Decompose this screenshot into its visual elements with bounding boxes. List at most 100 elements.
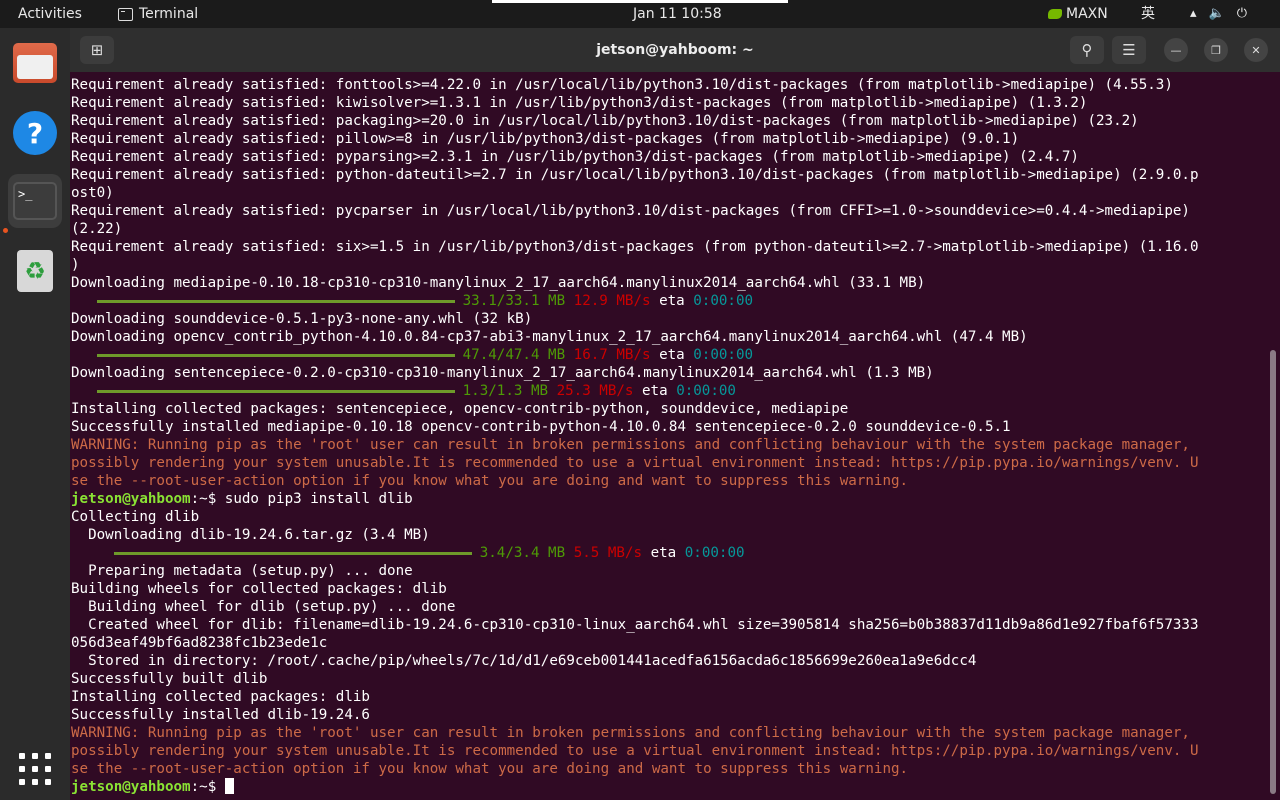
progress-done: 33.1/33.1 MB <box>462 293 566 309</box>
output-line: Building wheels for collected packages: … <box>71 581 447 597</box>
terminal-icon <box>118 7 133 21</box>
prompt-user: jetson@yahboom <box>71 491 191 507</box>
output-line: Requirement already satisfied: kiwisolve… <box>71 95 1088 111</box>
search-icon: ⚲ <box>1081 41 1093 59</box>
progress-line: 1.3/1.3 MB 25.3 MB/s eta 0:00:00 <box>71 382 1266 400</box>
prompt-symbol: $ <box>207 491 225 507</box>
menu-button[interactable]: ☰ <box>1112 36 1146 64</box>
prompt-symbol: $ <box>207 779 225 795</box>
system-status-area[interactable]: ▴ 🔈 ⏻ <box>1190 0 1247 28</box>
progress-indent <box>71 545 114 561</box>
output-line: Preparing metadata (setup.py) ... done <box>71 563 413 579</box>
warning-line: se the --root-user-action option if you … <box>71 761 909 777</box>
terminal-output[interactable]: Requirement already satisfied: fonttools… <box>70 72 1280 800</box>
input-method-indicator[interactable]: 英 <box>1141 0 1155 28</box>
power-mode-indicator[interactable]: MAXN <box>1048 0 1108 28</box>
output-line: Successfully installed mediapipe-0.10.18… <box>71 419 1011 435</box>
warning-line: possibly rendering your system unusable.… <box>71 743 1199 759</box>
progress-eta: 0:00:00 <box>676 383 736 399</box>
output-line: Successfully built dlib <box>71 671 268 687</box>
progress-bar <box>96 389 455 393</box>
progress-eta-label: eta <box>650 545 677 561</box>
progress-indent <box>71 293 97 309</box>
terminal-window: ⊞ jetson@yahboom: ~ ⚲ ☰ — ❐ ✕ Requiremen… <box>70 28 1280 800</box>
output-line: Requirement already satisfied: pillow>=8… <box>71 131 1020 147</box>
command-text: sudo pip3 install dlib <box>224 491 413 507</box>
output-line: Requirement already satisfied: pycparser… <box>71 203 1190 219</box>
app-menu-terminal[interactable]: Terminal <box>118 0 198 28</box>
warning-line: se the --root-user-action option if you … <box>71 473 909 489</box>
running-indicator <box>3 228 8 233</box>
warning-line: WARNING: Running pip as the 'root' user … <box>71 725 1190 741</box>
output-line: (2.22) <box>71 221 123 237</box>
minimize-icon: — <box>1170 43 1182 57</box>
output-line: Requirement already satisfied: fonttools… <box>71 77 1173 93</box>
progress-bar <box>96 353 455 357</box>
progress-line: 3.4/3.4 MB 5.5 MB/s eta 0:00:00 <box>71 544 1266 562</box>
dock-terminal[interactable]: >_ <box>8 174 62 228</box>
warning-line: possibly rendering your system unusable.… <box>71 455 1199 471</box>
progress-rate: 5.5 MB/s <box>573 545 643 561</box>
output-line: Created wheel for dlib: filename=dlib-19… <box>71 617 1199 633</box>
top-bar: Activities Terminal Jan 11 10:58 MAXN 英 … <box>0 0 1280 28</box>
terminal-lines: Requirement already satisfied: fonttools… <box>71 76 1266 796</box>
progress-eta-label: eta <box>642 383 668 399</box>
prompt-line: jetson@yahboom:~$ sudo pip3 install dlib <box>71 490 1266 508</box>
progress-eta: 0:00:00 <box>693 347 754 363</box>
output-line: Installing collected packages: dlib <box>71 689 370 705</box>
minimize-button[interactable]: — <box>1164 38 1188 62</box>
volume-icon: 🔈 <box>1208 6 1225 21</box>
progress-done: 3.4/3.4 MB <box>479 545 566 561</box>
output-line: Downloading mediapipe-0.10.18-cp310-cp31… <box>71 275 926 291</box>
progress-bar <box>96 299 455 303</box>
dock-files[interactable] <box>8 36 62 90</box>
output-line: Downloading dlib-19.24.6.tar.gz (3.4 MB) <box>71 527 430 543</box>
files-icon <box>13 43 57 83</box>
progress-rate: 12.9 MB/s <box>573 293 651 309</box>
text-cursor <box>224 778 234 794</box>
nvidia-icon <box>1048 9 1062 19</box>
output-line: Downloading sounddevice-0.5.1-py3-none-a… <box>71 311 533 327</box>
output-line: ost0) <box>71 185 114 201</box>
progress-line: 33.1/33.1 MB 12.9 MB/s eta 0:00:00 <box>71 292 1266 310</box>
output-line: ) <box>71 257 80 273</box>
power-mode-label: MAXN <box>1066 6 1108 22</box>
output-line: Requirement already satisfied: pyparsing… <box>71 149 1079 165</box>
search-button[interactable]: ⚲ <box>1070 36 1104 64</box>
progress-line: 47.4/47.4 MB 16.7 MB/s eta 0:00:00 <box>71 346 1266 364</box>
show-apps-button[interactable] <box>8 742 62 796</box>
apps-grid-icon <box>19 753 51 785</box>
output-line: Requirement already satisfied: python-da… <box>71 167 1199 183</box>
warning-line: WARNING: Running pip as the 'root' user … <box>71 437 1190 453</box>
output-line: Downloading sentencepiece-0.2.0-cp310-cp… <box>71 365 934 381</box>
output-line: Installing collected packages: sentencep… <box>71 401 849 417</box>
hamburger-icon: ☰ <box>1122 41 1136 59</box>
progress-eta-label: eta <box>659 347 685 363</box>
activities-button[interactable]: Activities <box>18 0 82 28</box>
progress-done: 47.4/47.4 MB <box>462 347 566 363</box>
output-line: Building wheel for dlib (setup.py) ... d… <box>71 599 456 615</box>
output-line: Downloading opencv_contrib_python-4.10.0… <box>71 329 1028 345</box>
output-line: Requirement already satisfied: six>=1.5 … <box>71 239 1199 255</box>
prompt-path: :~ <box>190 491 208 507</box>
clock[interactable]: Jan 11 10:58 <box>633 0 722 28</box>
terminal-icon: >_ <box>13 182 57 220</box>
dock-trash[interactable]: ♻ <box>8 244 62 298</box>
close-icon: ✕ <box>1251 43 1261 57</box>
trash-icon: ♻ <box>17 250 53 292</box>
prompt-user: jetson@yahboom <box>71 779 191 795</box>
maximize-button[interactable]: ❐ <box>1204 38 1228 62</box>
output-line: Collecting dlib <box>71 509 200 525</box>
progress-eta: 0:00:00 <box>693 293 754 309</box>
progress-rate: 16.7 MB/s <box>573 347 651 363</box>
progress-indent <box>71 383 97 399</box>
scrollbar[interactable] <box>1270 350 1276 794</box>
prompt-line: jetson@yahboom:~$ <box>71 778 1266 796</box>
network-icon: ▴ <box>1190 6 1197 21</box>
dock-help[interactable]: ? <box>8 106 62 160</box>
window-header: ⊞ jetson@yahboom: ~ ⚲ ☰ — ❐ ✕ <box>70 28 1280 72</box>
close-button[interactable]: ✕ <box>1244 38 1268 62</box>
progress-done: 1.3/1.3 MB <box>462 383 549 399</box>
output-line: 056d3eaf49bf6ad8238fc1b23ede1c <box>71 635 328 651</box>
dock: ? >_ ♻ <box>0 28 70 800</box>
